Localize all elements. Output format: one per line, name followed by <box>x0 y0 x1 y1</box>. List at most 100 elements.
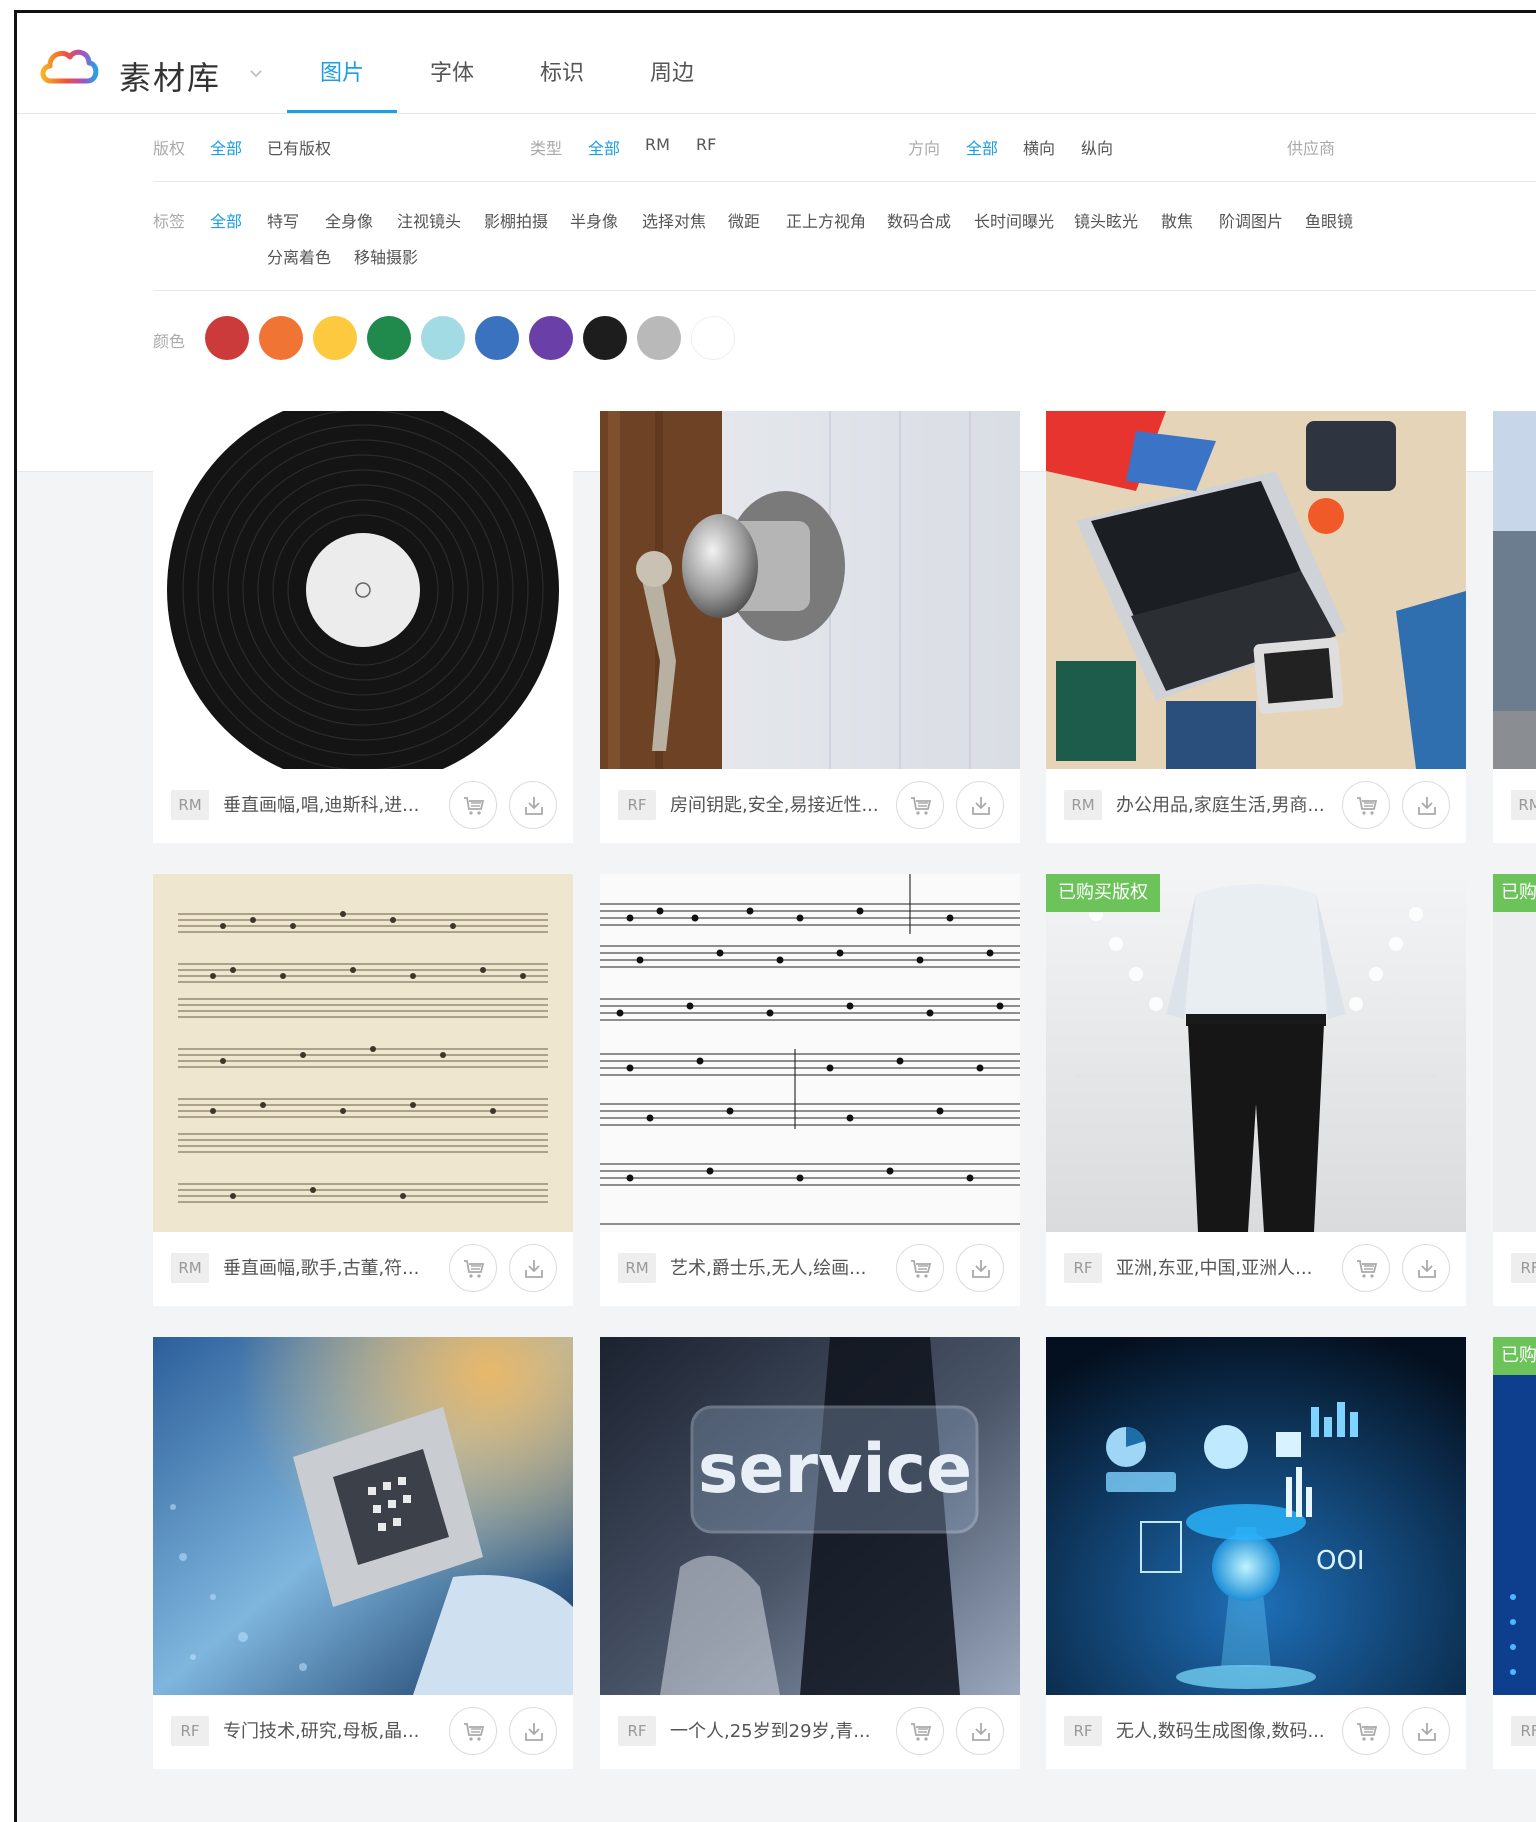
tag-tilt-shift[interactable]: 移轴摄影 <box>354 244 418 268</box>
filter-type-all[interactable]: 全部 <box>588 135 620 159</box>
card-title[interactable]: 房间钥匙,安全,易接近性... <box>670 791 886 817</box>
tag-full-body[interactable]: 全身像 <box>325 208 373 232</box>
card-title[interactable]: 垂直画幅,唱,迪斯科,进... <box>223 791 439 817</box>
filter-label-supplier[interactable]: 供应商 <box>1287 135 1335 159</box>
service-text: service <box>698 1430 972 1509</box>
card-image[interactable] <box>1493 411 1536 769</box>
card-image[interactable]: OOI <box>1046 1337 1466 1695</box>
card-title[interactable]: 一个人,25岁到29岁,青... <box>670 1717 886 1743</box>
color-swatch[interactable] <box>475 316 519 360</box>
color-swatch[interactable] <box>583 316 627 360</box>
tab-merch[interactable]: 周边 <box>617 13 727 113</box>
card-title[interactable]: 垂直画幅,歌手,古董,符... <box>223 1254 439 1280</box>
add-to-cart-button[interactable] <box>449 1707 497 1755</box>
tab-logos[interactable]: 标识 <box>507 13 617 113</box>
color-swatch[interactable] <box>205 316 249 360</box>
image-card-partial[interactable]: 已购 RF <box>1493 1337 1536 1769</box>
download-button[interactable] <box>1402 781 1450 829</box>
image-card[interactable]: RM 艺术,爵士乐,无人,绘画... <box>600 874 1020 1306</box>
download-button[interactable] <box>509 1707 557 1755</box>
add-to-cart-button[interactable] <box>896 781 944 829</box>
tag-toned-image[interactable]: 阶调图片 <box>1219 208 1283 232</box>
download-button[interactable] <box>956 1244 1004 1292</box>
card-title[interactable]: 亚洲,东亚,中国,亚洲人... <box>1116 1254 1332 1280</box>
color-swatch[interactable] <box>259 316 303 360</box>
filter-orientation-all[interactable]: 全部 <box>966 135 998 159</box>
brand-name[interactable]: 素材库 <box>119 53 221 99</box>
tag-lens-flare[interactable]: 镜头眩光 <box>1074 208 1138 232</box>
card-title[interactable]: 专门技术,研究,母板,晶... <box>223 1717 439 1743</box>
add-to-cart-button[interactable] <box>1342 1244 1390 1292</box>
color-swatch[interactable] <box>691 316 735 360</box>
card-meta: RF 一个人,25岁到29岁,青... <box>600 1695 1020 1769</box>
image-card[interactable]: RM 垂直画幅,唱,迪斯科,进... <box>153 411 573 843</box>
filter-type-rf[interactable]: RF <box>696 135 716 154</box>
tab-images[interactable]: 图片 <box>287 13 397 113</box>
download-button[interactable] <box>956 1707 1004 1755</box>
image-card[interactable]: 已购买版权 RF 亚洲,东亚,中国,亚洲人... <box>1046 874 1466 1306</box>
image-card-partial[interactable]: RM <box>1493 411 1536 843</box>
filter-type-rm[interactable]: RM <box>645 135 670 154</box>
add-to-cart-button[interactable] <box>896 1244 944 1292</box>
card-title[interactable]: 艺术,爵士乐,无人,绘画... <box>670 1254 886 1280</box>
image-card[interactable]: OOI RF 无人,数码生成图像,数码... <box>1046 1337 1466 1769</box>
card-image[interactable] <box>600 874 1020 1232</box>
color-swatch[interactable] <box>313 316 357 360</box>
color-swatch[interactable] <box>367 316 411 360</box>
card-title[interactable]: 办公用品,家庭生活,男商... <box>1116 791 1332 817</box>
card-image[interactable] <box>153 1337 573 1695</box>
tab-fonts[interactable]: 字体 <box>397 13 507 113</box>
tag-all[interactable]: 全部 <box>210 208 242 232</box>
ooi-text: OOI <box>1316 1546 1365 1576</box>
tag-selective-focus[interactable]: 选择对焦 <box>642 208 706 232</box>
color-swatch[interactable] <box>529 316 573 360</box>
image-card[interactable]: RF 房间钥匙,安全,易接近性... <box>600 411 1020 843</box>
tag-studio-shot[interactable]: 影棚拍摄 <box>484 208 548 232</box>
image-card[interactable]: RF 专门技术,研究,母板,晶... <box>153 1337 573 1769</box>
add-to-cart-button[interactable] <box>896 1707 944 1755</box>
tag-long-exposure[interactable]: 长时间曝光 <box>974 208 1054 232</box>
download-button[interactable] <box>1402 1707 1450 1755</box>
image-card[interactable]: RM 垂直画幅,歌手,古董,符... <box>153 874 573 1306</box>
tag-close-up[interactable]: 特写 <box>267 208 299 232</box>
download-button[interactable] <box>509 1244 557 1292</box>
color-swatch[interactable] <box>637 316 681 360</box>
jazz-score-image <box>600 874 1020 1232</box>
card-title[interactable]: 无人,数码生成图像,数码... <box>1116 1717 1332 1743</box>
add-to-cart-button[interactable] <box>1342 781 1390 829</box>
add-to-cart-button[interactable] <box>449 1244 497 1292</box>
tag-macro[interactable]: 微距 <box>728 208 760 232</box>
filter-orientation-landscape[interactable]: 横向 <box>1023 135 1055 159</box>
tag-fisheye[interactable]: 鱼眼镜 <box>1305 208 1353 232</box>
tag-half-body[interactable]: 半身像 <box>570 208 618 232</box>
card-image[interactable]: 已购买版权 <box>1046 874 1466 1232</box>
tag-color-splash[interactable]: 分离着色 <box>267 244 331 268</box>
color-swatch[interactable] <box>421 316 465 360</box>
tag-digital-composite[interactable]: 数码合成 <box>887 208 951 232</box>
download-button[interactable] <box>1402 1244 1450 1292</box>
filter-copyright-owned[interactable]: 已有版权 <box>267 135 331 159</box>
chevron-down-icon[interactable] <box>249 67 263 81</box>
add-to-cart-button[interactable] <box>449 781 497 829</box>
filter-orientation-portrait[interactable]: 纵向 <box>1081 135 1113 159</box>
card-meta: RM 垂直画幅,唱,迪斯科,进... <box>153 769 573 843</box>
image-card-partial[interactable]: 已购 RF <box>1493 874 1536 1306</box>
image-card[interactable]: RM 办公用品,家庭生活,男商... <box>1046 411 1466 843</box>
add-to-cart-button[interactable] <box>1342 1707 1390 1755</box>
filter-label-tags: 标签 <box>153 212 186 231</box>
card-image[interactable] <box>600 411 1020 769</box>
card-image[interactable]: 已购 <box>1493 874 1536 1232</box>
cloud-logo-icon[interactable] <box>37 43 101 87</box>
tag-defocused[interactable]: 散焦 <box>1161 208 1193 232</box>
download-button[interactable] <box>956 781 1004 829</box>
download-button[interactable] <box>509 781 557 829</box>
filter-copyright-all[interactable]: 全部 <box>210 135 242 159</box>
tag-overhead-view[interactable]: 正上方视角 <box>786 208 866 232</box>
tag-looking-at-camera[interactable]: 注视镜头 <box>397 208 461 232</box>
card-image[interactable]: service <box>600 1337 1020 1695</box>
card-image[interactable]: 已购 <box>1493 1337 1536 1695</box>
card-image[interactable] <box>153 874 573 1232</box>
card-image[interactable] <box>1046 411 1466 769</box>
image-card[interactable]: service RF 一个人,25岁到29岁,青... <box>600 1337 1020 1769</box>
card-image[interactable] <box>153 411 573 769</box>
